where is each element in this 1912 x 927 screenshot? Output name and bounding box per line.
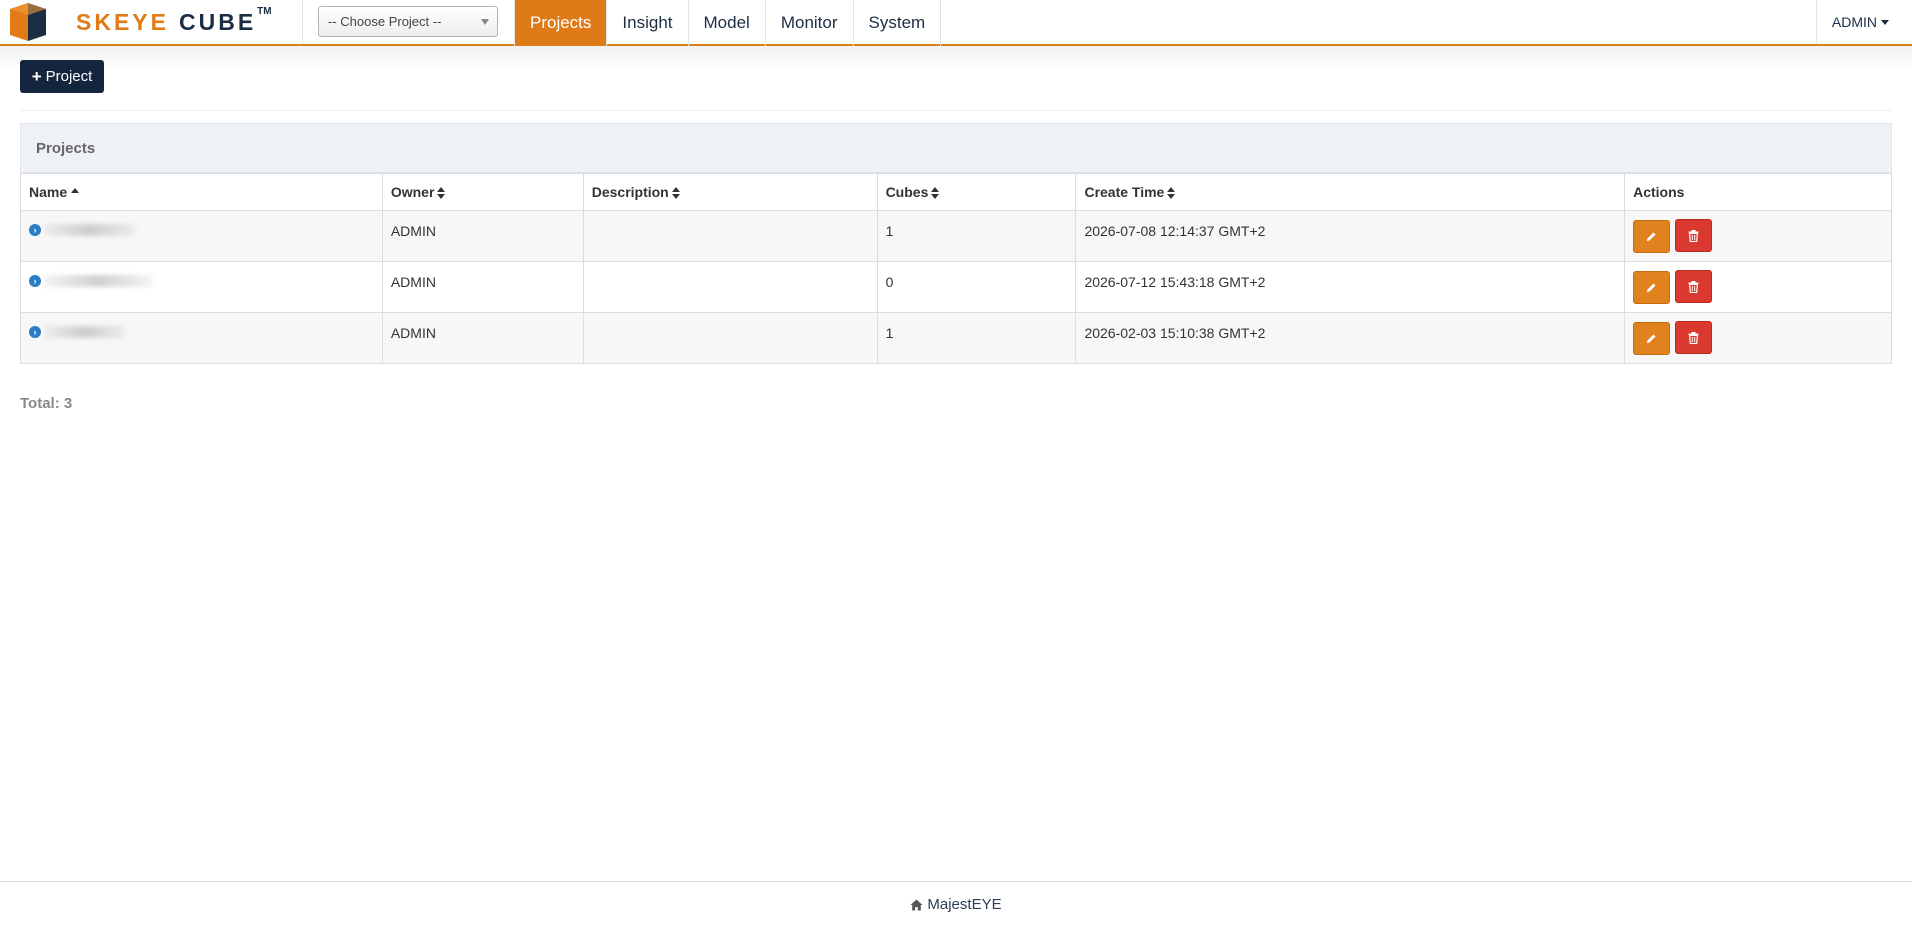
main-nav: Projects Insight Model Monitor System [514, 0, 942, 46]
chevron-circle-right-icon[interactable]: › [29, 224, 41, 236]
chevron-circle-right-icon[interactable]: › [29, 275, 41, 287]
brand[interactable]: SKEYE CUBE TM [0, 0, 303, 44]
cell-description [582, 210, 878, 262]
sort-icon [931, 187, 940, 200]
delete-button[interactable] [1674, 270, 1712, 303]
skeye-cube-logo-icon [8, 1, 48, 43]
cell-cubes: 0 [876, 261, 1077, 313]
tab-insight[interactable]: Insight [607, 0, 689, 46]
cell-description [582, 261, 878, 313]
redacted-project-name[interactable] [44, 326, 126, 338]
tab-system[interactable]: System [854, 0, 942, 46]
tab-projects[interactable]: Projects [514, 0, 608, 46]
sort-asc-icon [71, 187, 80, 193]
cell-name: › [20, 261, 383, 313]
cell-owner: ADMIN [381, 312, 584, 364]
toolbar-background [0, 46, 1912, 111]
brand-word-skeye: SKEYE [76, 8, 169, 35]
project-select-value: -- Choose Project -- [328, 14, 442, 29]
redacted-project-name[interactable] [44, 224, 136, 236]
cell-owner: ADMIN [381, 261, 584, 313]
table-row: › ADMIN 0 2026-07-12 15:43:18 GMT+2 [20, 261, 1892, 313]
table-header-row: Name Owner Description Cubes Create Time… [20, 173, 1892, 211]
panel-title: Projects [20, 123, 1892, 173]
cell-actions [1624, 261, 1892, 313]
column-header-label: Description [591, 184, 669, 200]
trash-icon [1688, 280, 1699, 293]
cell-cubes: 1 [876, 210, 1077, 262]
column-header-label: Create Time [1084, 184, 1165, 200]
plus-icon: + [31, 66, 42, 86]
sort-icon [1167, 187, 1176, 200]
brand-trademark: TM [257, 5, 272, 17]
column-header-label: Actions [1633, 184, 1685, 200]
column-header-label: Cubes [885, 184, 929, 200]
brand-wordmark: SKEYE CUBE TM [76, 5, 272, 36]
delete-button[interactable] [1674, 219, 1712, 252]
column-header-owner[interactable]: Owner [381, 173, 584, 211]
tab-monitor[interactable]: Monitor [766, 0, 854, 46]
cell-create-time: 2026-02-03 15:10:38 GMT+2 [1075, 312, 1626, 364]
cell-create-time: 2026-07-08 12:14:37 GMT+2 [1075, 210, 1626, 262]
column-header-cubes[interactable]: Cubes [876, 173, 1077, 211]
column-header-name[interactable]: Name [20, 173, 383, 211]
projects-table: Name Owner Description Cubes Create Time… [20, 173, 1892, 364]
trash-icon [1688, 331, 1699, 344]
cell-description [582, 312, 878, 364]
caret-down-icon [1881, 19, 1889, 25]
chevron-circle-right-icon[interactable]: › [29, 326, 41, 338]
top-navbar: SKEYE CUBE TM -- Choose Project -- Proje… [0, 0, 1912, 46]
sort-icon [437, 187, 446, 200]
pencil-icon [1647, 231, 1656, 241]
trash-icon [1688, 229, 1699, 242]
column-header-create-time[interactable]: Create Time [1075, 173, 1626, 211]
projects-panel: Projects Name Owner Description Cubes Cr… [20, 123, 1892, 364]
divider [20, 110, 1892, 111]
brand-word-cube: CUBE [178, 8, 257, 35]
cell-cubes: 1 [876, 312, 1077, 364]
tab-model[interactable]: Model [689, 0, 766, 46]
cell-create-time: 2026-07-12 15:43:18 GMT+2 [1075, 261, 1626, 313]
cell-actions [1624, 312, 1892, 364]
user-menu-label: ADMIN [1831, 14, 1877, 30]
column-header-label: Owner [390, 184, 435, 200]
footer-link[interactable]: MajestEYE [927, 896, 1001, 913]
column-header-description[interactable]: Description [582, 173, 878, 211]
delete-button[interactable] [1674, 321, 1712, 354]
chevron-down-icon [481, 19, 489, 25]
edit-button[interactable] [1633, 321, 1671, 355]
cell-name: › [20, 312, 383, 364]
pencil-icon [1647, 333, 1656, 343]
sort-icon [671, 187, 680, 200]
cell-owner: ADMIN [381, 210, 584, 262]
cell-name: › [20, 210, 383, 262]
project-select[interactable]: -- Choose Project -- [318, 6, 498, 37]
add-project-label: Project [45, 68, 93, 85]
table-row: › ADMIN 1 2026-07-08 12:14:37 GMT+2 [20, 210, 1892, 262]
user-menu[interactable]: ADMIN [1815, 0, 1912, 44]
cell-actions [1624, 210, 1892, 262]
edit-button[interactable] [1633, 270, 1671, 304]
pencil-icon [1647, 282, 1656, 292]
add-project-button[interactable]: + Project [20, 60, 104, 93]
total-count: Total: 3 [20, 395, 73, 412]
column-header-label: Name [29, 184, 68, 200]
home-icon [910, 899, 923, 911]
table-row: › ADMIN 1 2026-02-03 15:10:38 GMT+2 [20, 312, 1892, 364]
column-header-actions: Actions [1624, 173, 1892, 211]
redacted-project-name[interactable] [44, 275, 152, 287]
edit-button[interactable] [1633, 219, 1671, 253]
footer: MajestEYE [0, 881, 1912, 927]
